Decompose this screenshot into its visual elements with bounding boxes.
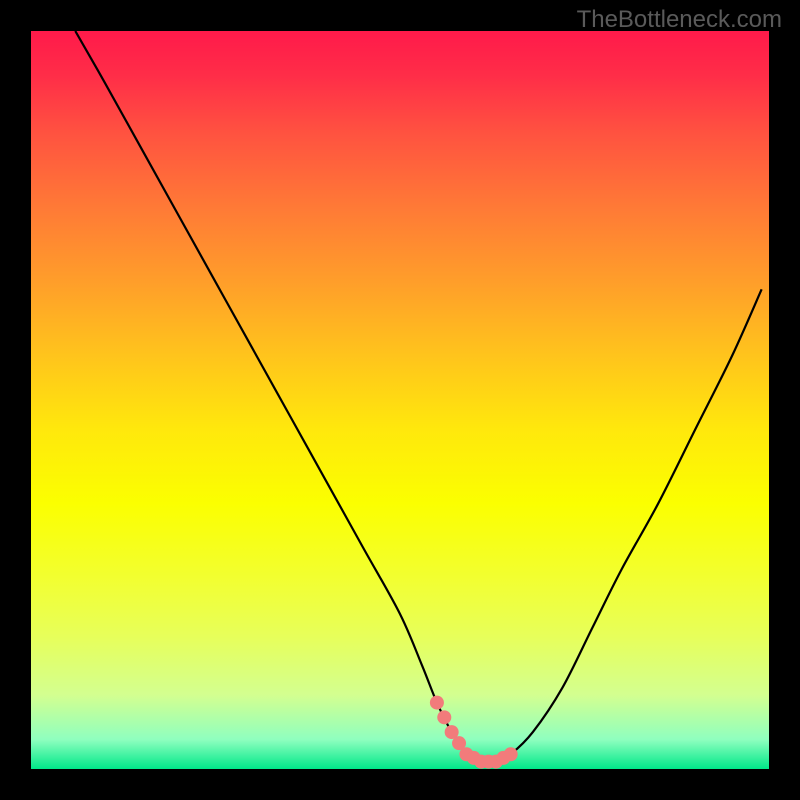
- valley-highlight: [31, 31, 769, 769]
- chart-plot-area: [31, 31, 769, 769]
- watermark-text: TheBottleneck.com: [577, 6, 782, 34]
